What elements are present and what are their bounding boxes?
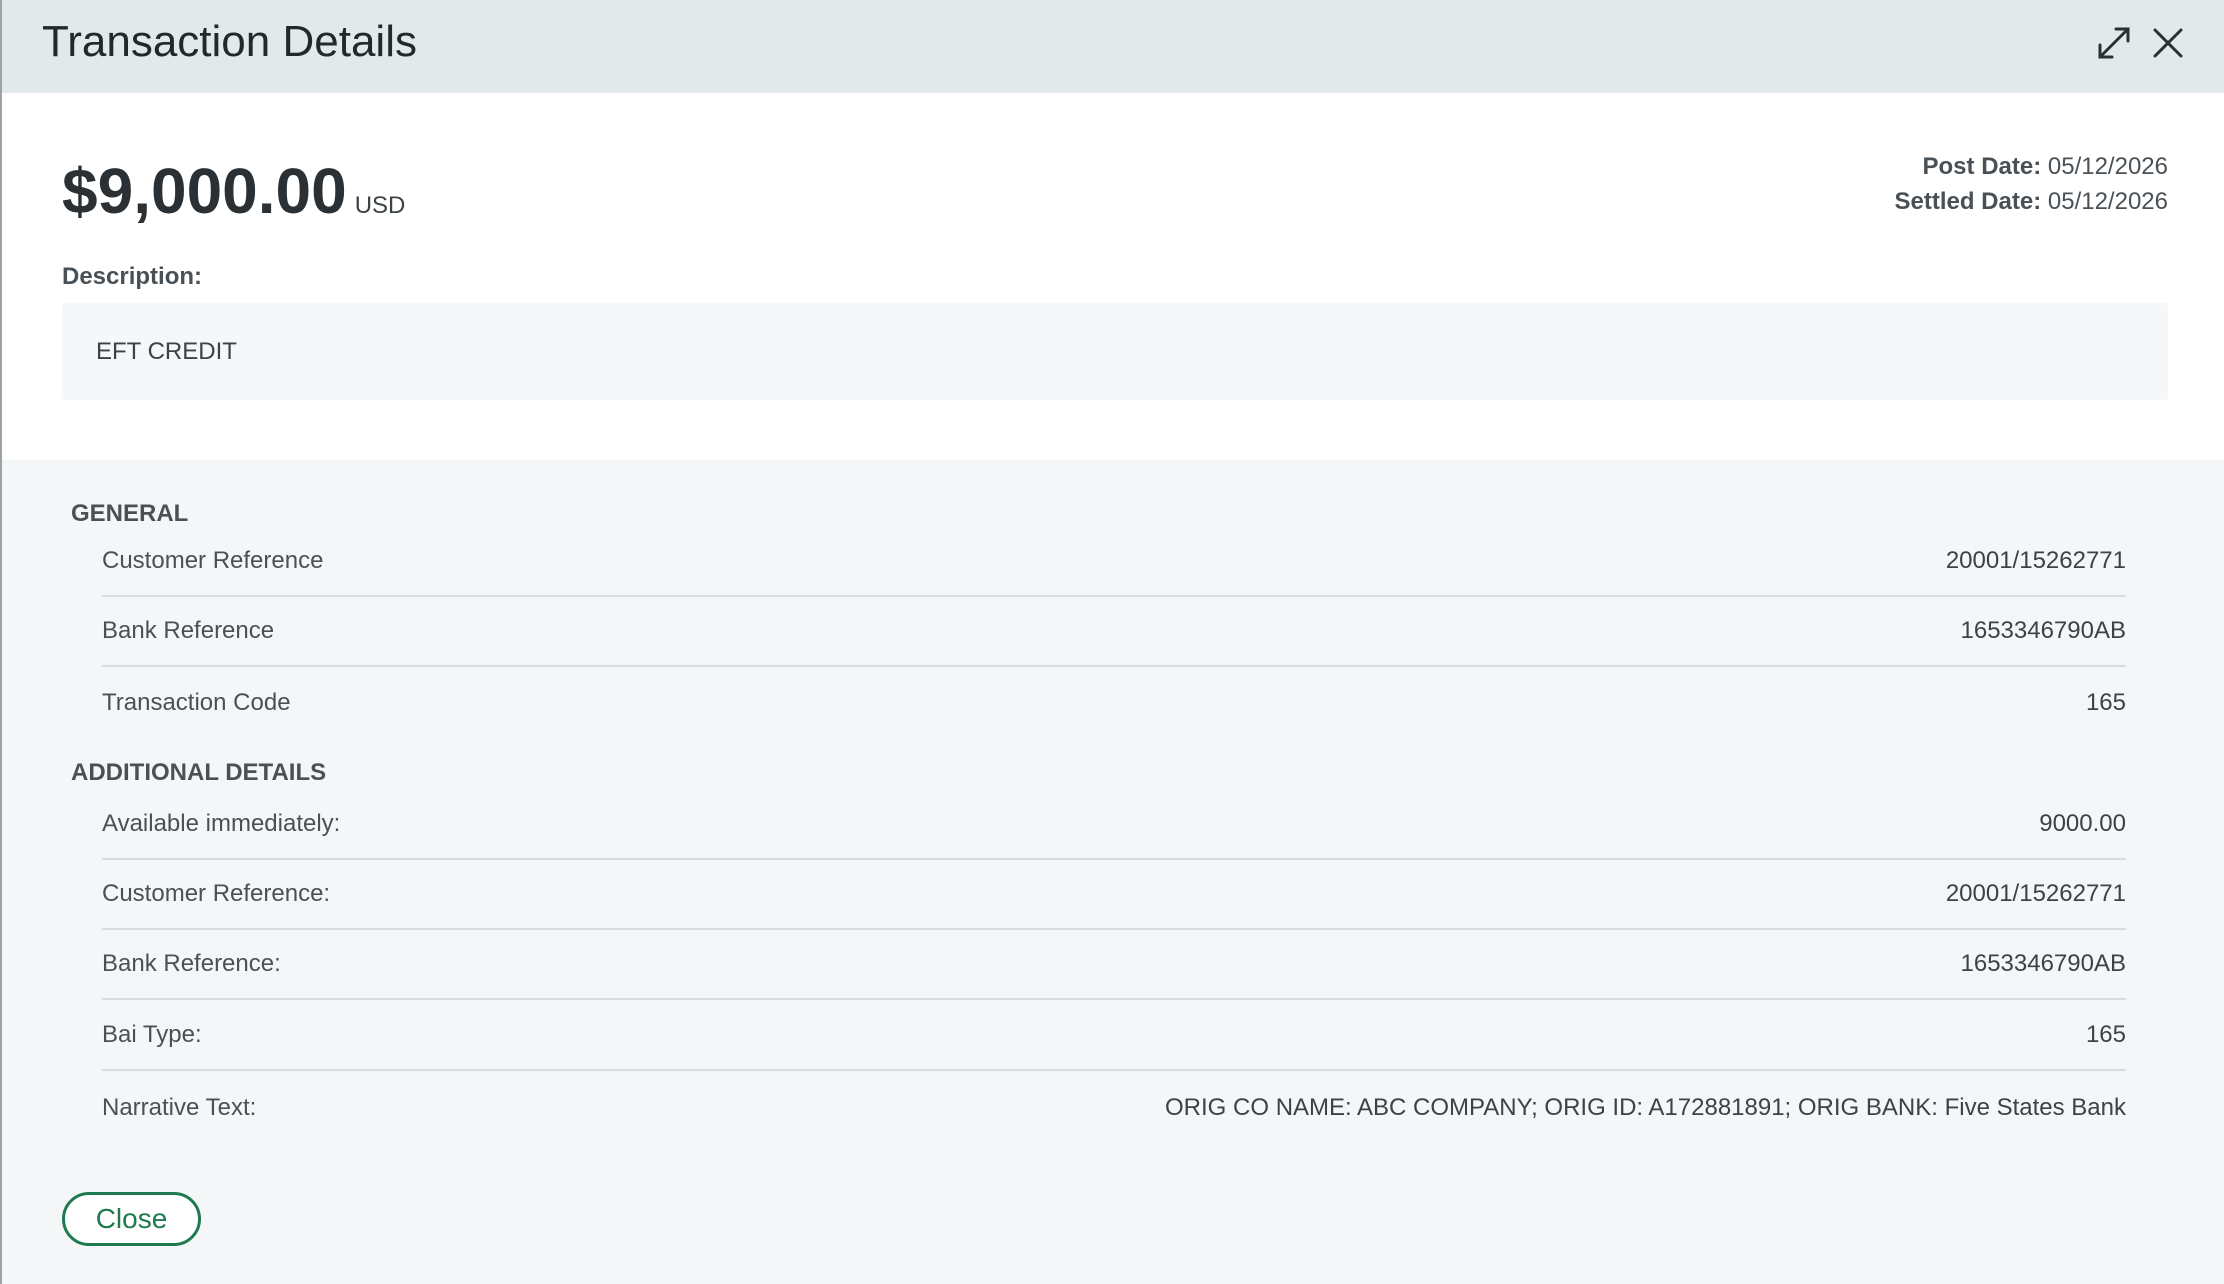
post-date-line: Post Date: 05/12/2026 <box>1895 149 2168 184</box>
detail-label: Transaction Code <box>102 689 291 716</box>
close-x-button[interactable] <box>2143 20 2193 70</box>
settled-date-label: Settled Date: <box>1894 188 2042 215</box>
general-section-title: GENERAL <box>71 500 189 527</box>
detail-row: Narrative Text: ORIG CO NAME: ABC COMPAN… <box>102 1073 2126 1143</box>
currency-code: USD <box>354 192 406 219</box>
modal-header: Transaction Details <box>2 0 2224 93</box>
transaction-summary: $9,000.00 USD Post Date: 05/12/2026 Settl… <box>2 93 2224 460</box>
close-icon <box>2151 26 2185 65</box>
expand-icon <box>2094 23 2134 68</box>
detail-row: Bank Reference 1653346790AB <box>102 597 2126 667</box>
detail-label: Bank Reference <box>102 617 275 644</box>
description-label: Description: <box>62 263 203 290</box>
detail-label: Available immediately: <box>102 810 341 837</box>
settled-date-value: 05/12/2026 <box>2047 188 2168 215</box>
additional-details-section-title: ADDITIONAL DETAILS <box>71 759 327 786</box>
post-date-value: 05/12/2026 <box>2047 153 2168 180</box>
post-date-label: Post Date: <box>1922 153 2042 180</box>
detail-row: Available immediately: 9000.00 <box>102 790 2126 860</box>
detail-row: Customer Reference 20001/15262771 <box>102 527 2126 597</box>
modal-title: Transaction Details <box>42 17 417 66</box>
detail-label: Customer Reference: <box>102 880 331 907</box>
detail-value: 20001/15262771 <box>1945 880 2126 907</box>
detail-value: ORIG CO NAME: ABC COMPANY; ORIG ID: A172… <box>1165 1094 2126 1121</box>
detail-value: 165 <box>2085 689 2126 716</box>
transaction-amount: $9,000.00 USD <box>62 153 405 244</box>
transaction-dates: Post Date: 05/12/2026 Settled Date: 05/1… <box>1895 149 2169 219</box>
detail-label: Bai Type: <box>102 1021 202 1048</box>
close-button[interactable]: Close <box>62 1192 201 1246</box>
detail-label: Narrative Text: <box>102 1094 257 1121</box>
settled-date-line: Settled Date: 05/12/2026 <box>1895 184 2169 219</box>
expand-button[interactable] <box>2089 20 2139 70</box>
description-box: EFT CREDIT <box>62 303 2168 400</box>
detail-value: 20001/15262771 <box>1945 547 2126 574</box>
detail-label: Bank Reference: <box>102 950 281 977</box>
detail-row: Transaction Code 165 <box>102 668 2126 738</box>
transaction-details-modal: Transaction Details $9,000.00 USD Post D… <box>0 0 2224 1284</box>
detail-row: Customer Reference: 20001/15262771 <box>102 860 2126 930</box>
detail-value: 1653346790AB <box>1960 950 2127 977</box>
detail-label: Customer Reference <box>102 547 324 574</box>
detail-value: 1653346790AB <box>1960 617 2127 644</box>
description-value: EFT CREDIT <box>96 337 237 365</box>
detail-value: 9000.00 <box>2039 810 2126 837</box>
detail-row: Bank Reference: 1653346790AB <box>102 930 2126 1000</box>
detail-value: 165 <box>2085 1021 2126 1048</box>
details-panel: GENERAL Customer Reference 20001/1526277… <box>2 460 2224 1284</box>
amount-value: $9,000.00 <box>62 155 347 227</box>
detail-row: Bai Type: 165 <box>102 1001 2126 1071</box>
